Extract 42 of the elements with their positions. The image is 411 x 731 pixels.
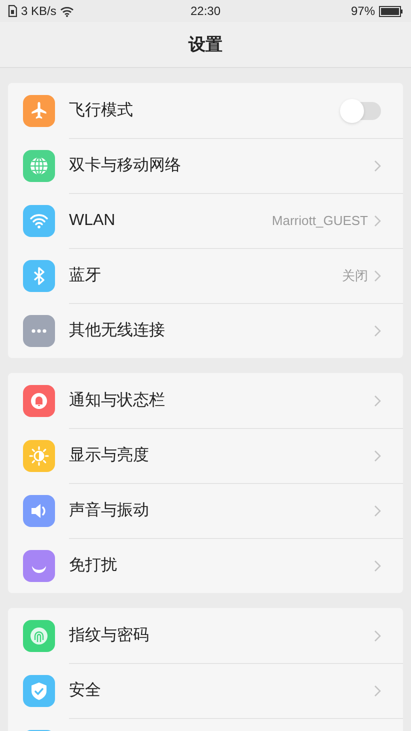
row-label: WLAN xyxy=(69,211,116,231)
battery-percentage: 97% xyxy=(350,3,375,20)
chevron-icon xyxy=(374,325,381,337)
settings-row[interactable]: 安全 xyxy=(8,663,403,718)
settings-row[interactable]: 显示与亮度 xyxy=(8,428,403,483)
wifi-icon xyxy=(60,6,74,16)
network-speed: 3 KB/s xyxy=(21,3,56,20)
row-label: 通知与状态栏 xyxy=(69,390,166,410)
settings-row[interactable]: 双卡与移动网络 xyxy=(8,138,403,193)
row-value: Marriott_GUEST xyxy=(272,212,368,230)
settings-row[interactable]: 其他无线连接 xyxy=(8,303,403,358)
chevron-icon xyxy=(374,505,381,517)
sim-card-icon xyxy=(8,5,17,17)
toggle-switch[interactable] xyxy=(343,102,381,120)
row-label: 双卡与移动网络 xyxy=(69,156,182,176)
chevron-icon xyxy=(374,560,381,572)
row-label: 安全 xyxy=(69,680,102,701)
clock: 22:30 xyxy=(190,4,221,18)
settings-row[interactable]: 免打扰 xyxy=(8,538,403,593)
page-title: 设置 xyxy=(188,34,222,56)
row-label: 声音与振动 xyxy=(69,500,150,521)
settings-row[interactable]: 蓝牙 关闭 xyxy=(8,248,403,303)
chevron-icon xyxy=(374,394,381,406)
row-value: 关闭 xyxy=(342,267,368,286)
row-label: 蓝牙 xyxy=(69,266,102,286)
row-label: 显示与亮度 xyxy=(69,446,150,466)
chevron-icon xyxy=(374,685,381,697)
settings-row[interactable]: 指纹与密码 xyxy=(8,608,403,663)
row-label: 指纹与密码 xyxy=(69,626,150,646)
settings-row[interactable]: 飞行模式 xyxy=(8,83,403,138)
settings-row[interactable]: 通知与状态栏 xyxy=(8,373,403,428)
chevron-icon xyxy=(374,450,381,462)
chevron-icon xyxy=(374,160,381,172)
chevron-icon xyxy=(374,630,381,642)
row-label: 免打扰 xyxy=(69,556,118,576)
settings-row[interactable]: 声音与振动 xyxy=(8,483,403,538)
battery-icon xyxy=(379,6,403,16)
row-label: 飞行模式 xyxy=(69,100,134,120)
settings-row[interactable]: WLAN Marriott_GUEST xyxy=(8,193,403,248)
chevron-icon xyxy=(374,215,381,227)
row-label: 其他无线连接 xyxy=(69,320,166,341)
chevron-icon xyxy=(374,270,381,282)
